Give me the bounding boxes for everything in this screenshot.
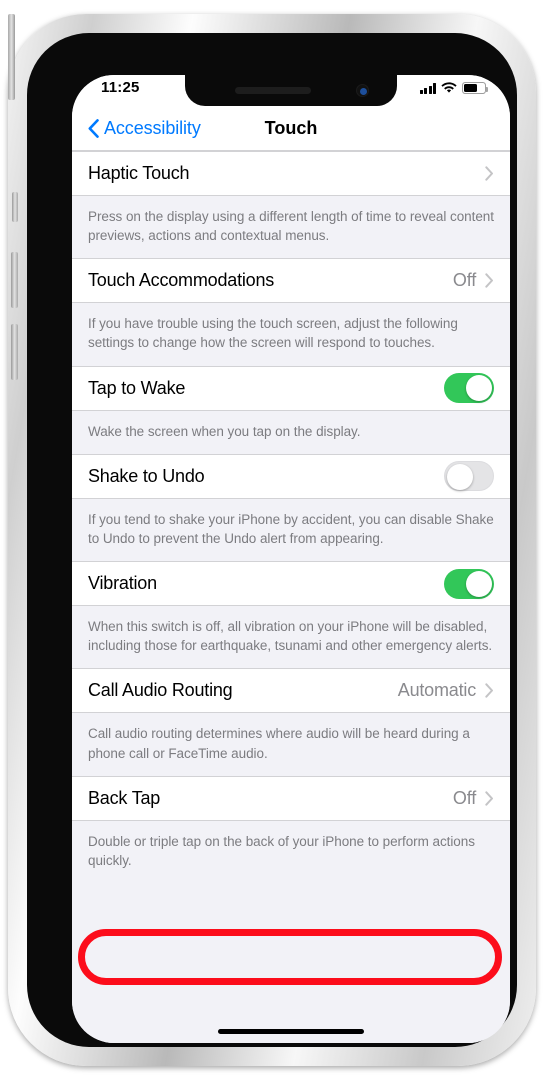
volume-up-button[interactable] (11, 252, 18, 308)
settings-row-label: Tap to Wake (88, 377, 186, 398)
settings-row-label: Vibration (88, 573, 157, 594)
settings-row-footer: Double or triple tap on the back of your… (72, 820, 510, 884)
settings-row-value: Off (452, 270, 476, 291)
home-indicator[interactable] (218, 1029, 364, 1034)
toggle-switch[interactable] (444, 461, 494, 492)
wifi-icon (441, 82, 457, 93)
notch (185, 75, 397, 106)
battery-icon (462, 82, 488, 94)
page-title: Touch (264, 117, 318, 138)
settings-row-label: Touch Accommodations (88, 270, 275, 291)
settings-row-label: Back Tap (88, 787, 161, 808)
chevron-right-icon (485, 273, 493, 289)
navigation-bar: Accessibility Touch (72, 106, 510, 151)
mute-switch[interactable] (12, 192, 18, 222)
volume-down-button[interactable] (11, 324, 18, 380)
toggle-switch[interactable] (444, 373, 494, 404)
settings-row-vibration[interactable]: Vibration (72, 561, 510, 607)
settings-row-footer: Press on the display using a different l… (72, 196, 510, 259)
back-button[interactable]: Accessibility (88, 118, 201, 139)
settings-row-label: Call Audio Routing (88, 680, 233, 701)
chevron-right-icon (485, 791, 493, 806)
settings-row-haptic-touch[interactable]: Haptic Touch (72, 151, 510, 196)
toggle-knob (447, 464, 473, 491)
iphone-device-frame: 11:25 Accessibility Touch Haptic Touch P… (8, 14, 536, 1066)
toggle-knob (466, 570, 492, 597)
power-button[interactable] (8, 14, 15, 100)
settings-row-footer: If you have trouble using the touch scre… (72, 303, 510, 366)
device-bezel: 11:25 Accessibility Touch Haptic Touch P… (27, 33, 517, 1047)
settings-row-call-audio-routing[interactable]: Call Audio Routing Automatic (72, 668, 510, 714)
toggle-switch[interactable] (444, 568, 494, 599)
settings-row-touch-accommodations[interactable]: Touch Accommodations Off (72, 258, 510, 304)
earpiece-speaker-icon (235, 87, 311, 94)
settings-row-value: Off (452, 787, 476, 808)
settings-row-footer: Call audio routing determines where audi… (72, 713, 510, 776)
settings-list[interactable]: Haptic Touch Press on the display using a… (72, 151, 510, 1043)
chevron-right-icon (485, 166, 493, 181)
settings-row-footer: When this switch is off, all vibration o… (72, 606, 510, 669)
iphone-screen: 11:25 Accessibility Touch Haptic Touch P… (72, 75, 510, 1043)
status-bar-time: 11:25 (101, 79, 140, 96)
settings-row-shake-to-undo[interactable]: Shake to Undo (72, 453, 510, 499)
settings-row-back-tap[interactable]: Back Tap Off (72, 775, 510, 821)
chevron-right-icon (485, 683, 493, 699)
settings-row-footer: Wake the screen when you tap on the disp… (72, 410, 510, 454)
status-bar-icons (419, 82, 488, 94)
settings-row-footer: If you tend to shake your iPhone by acci… (72, 498, 510, 562)
settings-row-label: Shake to Undo (88, 465, 205, 486)
settings-row-tap-to-wake[interactable]: Tap to Wake (72, 365, 510, 411)
chevron-left-icon (88, 118, 99, 138)
toggle-knob (466, 375, 492, 402)
front-camera-icon (356, 84, 369, 97)
cellular-bars-icon (419, 83, 436, 94)
settings-row-value: Automatic (397, 680, 476, 701)
settings-row-label: Haptic Touch (88, 163, 190, 183)
back-button-label: Accessibility (104, 117, 201, 138)
